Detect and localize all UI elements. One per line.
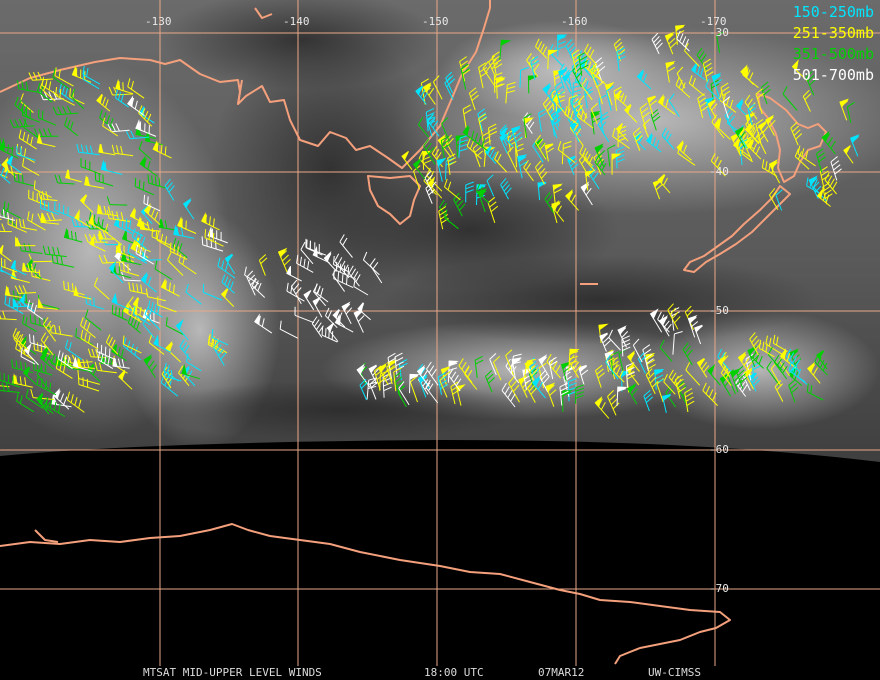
satellite-wind-map: -130 -140 -150 -160 -170 -30 -40 -50 -60… bbox=[0, 0, 880, 680]
legend-150-250: 150-250mb bbox=[792, 3, 874, 21]
source-label: UW-CIMSS bbox=[648, 666, 701, 679]
lon-label-130: -130 bbox=[145, 15, 172, 28]
legend-251-350: 251-350mb bbox=[792, 24, 874, 42]
lon-label-150: -150 bbox=[422, 15, 449, 28]
time-label: 18:00 UTC bbox=[424, 666, 484, 679]
lat-label-60: -60 bbox=[709, 443, 729, 456]
antarctica-coast bbox=[0, 523, 731, 665]
lat-label-50: -50 bbox=[709, 304, 729, 317]
lon-label-140: -140 bbox=[283, 15, 310, 28]
legend-501-700: 501-700mb bbox=[792, 66, 874, 84]
lat-label-40: -40 bbox=[709, 165, 729, 178]
product-title: MTSAT MID-UPPER LEVEL WINDS bbox=[143, 666, 322, 679]
date-label: 07MAR12 bbox=[538, 666, 585, 679]
legend-351-500: 351-500mb bbox=[792, 45, 874, 63]
lat-label-30: -30 bbox=[709, 26, 729, 39]
footer-caption: MTSAT MID-UPPER LEVEL WINDS 18:00 UTC 07… bbox=[0, 666, 880, 680]
antarctica-inlet bbox=[34, 529, 59, 543]
lon-label-160: -160 bbox=[561, 15, 588, 28]
lat-label-70: -70 bbox=[709, 582, 729, 595]
map-canvas bbox=[0, 0, 880, 680]
